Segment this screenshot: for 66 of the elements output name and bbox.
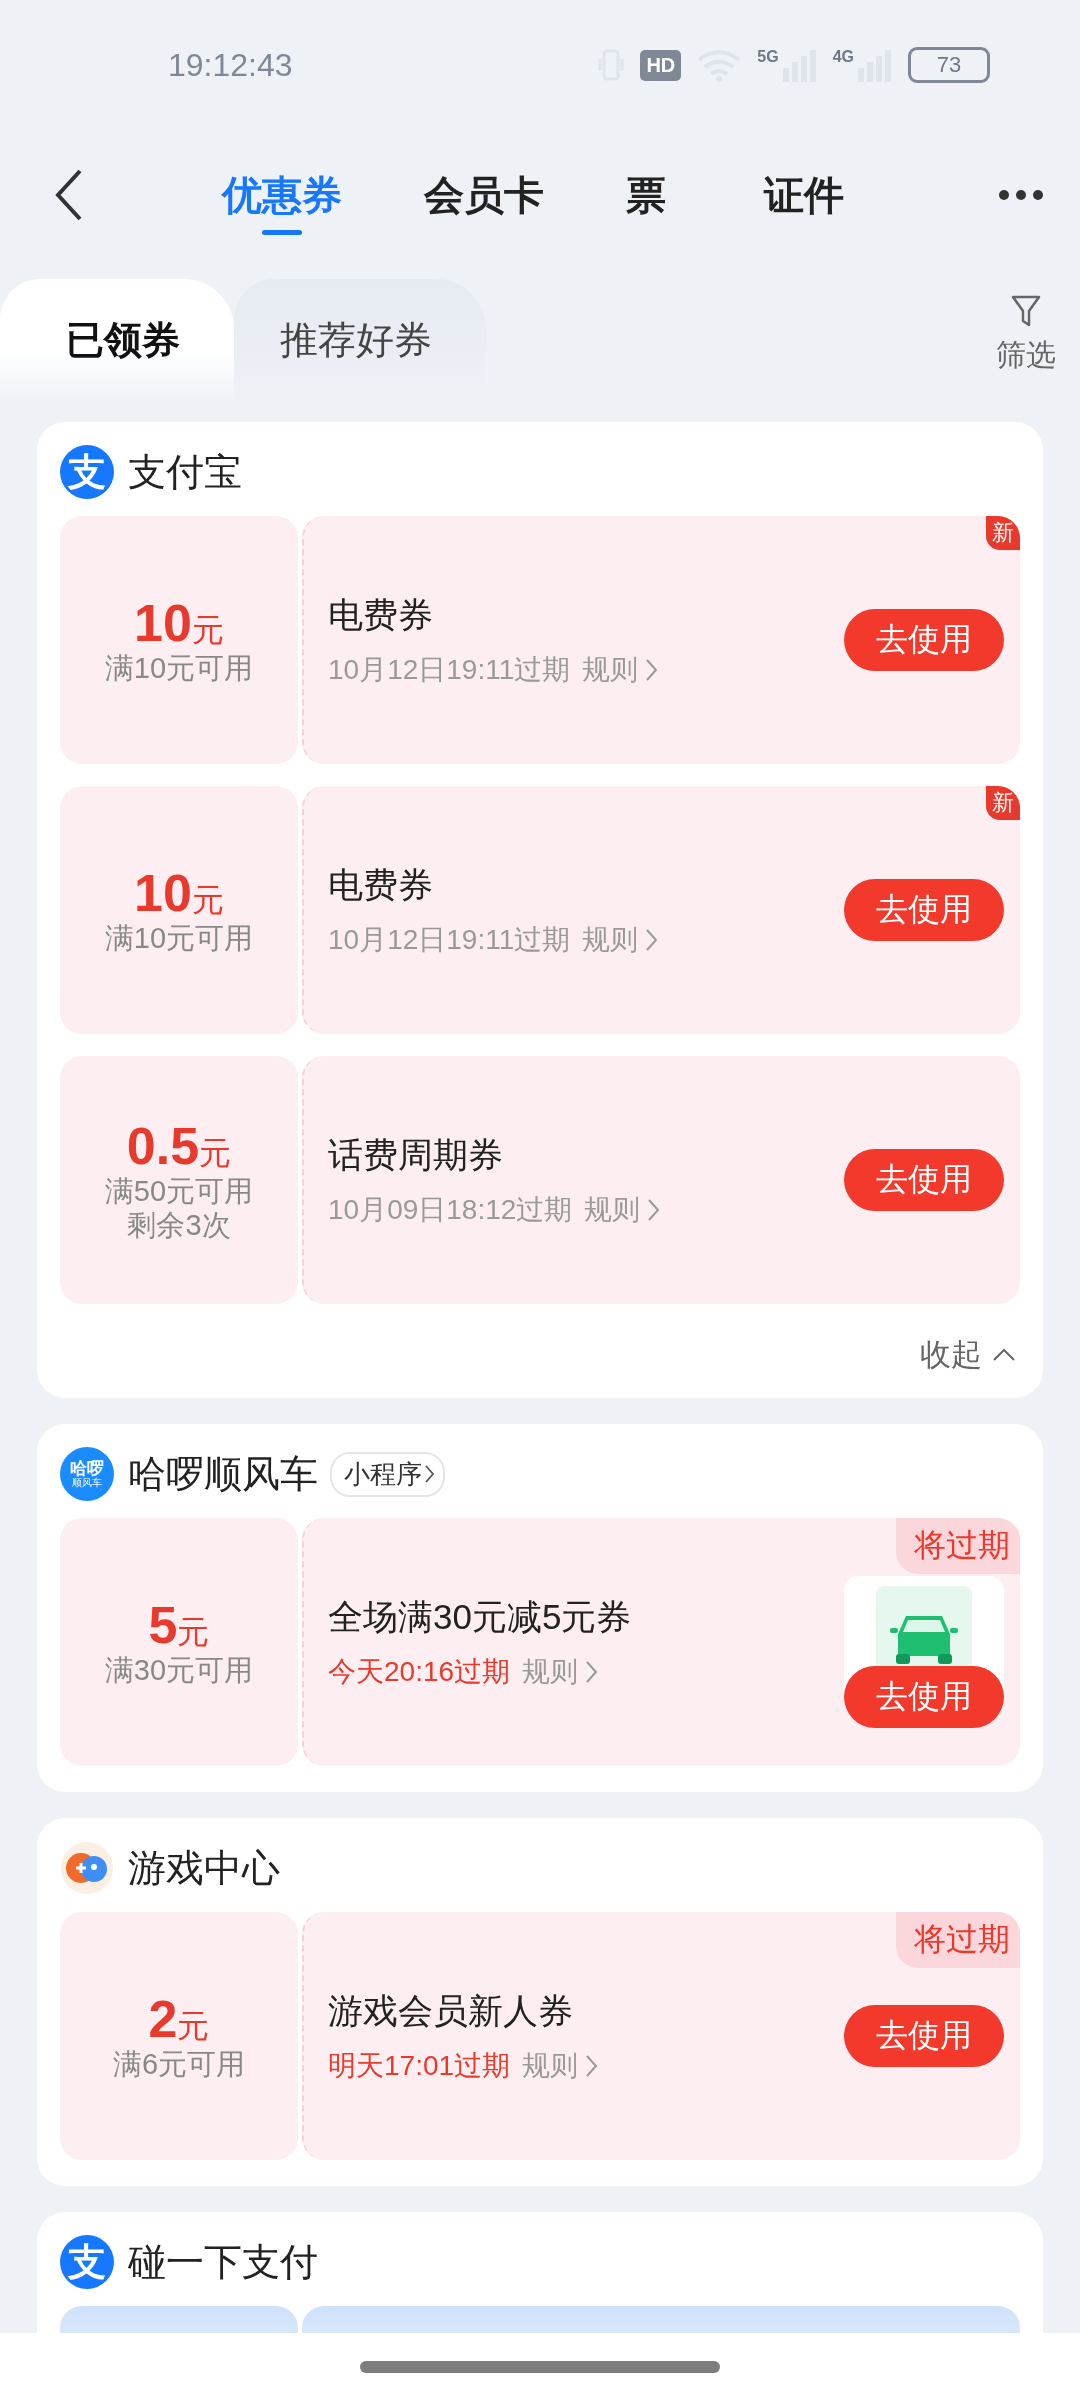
mini-program-tag[interactable]: 小程序 — [330, 1451, 445, 1497]
chevron-icon — [648, 1198, 661, 1221]
coupon-title: 电费券 — [328, 863, 434, 906]
expiring-badge: 将过期 — [896, 1912, 1020, 1968]
status-time: 19:12:43 — [168, 46, 293, 84]
nav-tab[interactable]: 优惠券 — [222, 153, 342, 237]
coupon-title: 电费券 — [328, 593, 434, 636]
group-title: 游戏中心 — [128, 1845, 280, 1891]
hd-indicator: HD — [640, 49, 682, 81]
rules-link[interactable]: 规则 — [582, 650, 659, 689]
network-label: 4G — [832, 48, 854, 66]
use-coupon-button[interactable]: 去使用 — [844, 1666, 1004, 1728]
group-title: 碰一下支付 — [128, 2239, 318, 2285]
coupon-amount: 5元 — [148, 1596, 210, 1654]
expiry-text: 今天20:16过期 — [328, 1654, 511, 1689]
rules-link[interactable]: 规则 — [582, 920, 659, 959]
nav-tab[interactable]: 证件 — [764, 153, 844, 237]
coupon-condition: 剩余3次 — [127, 1208, 231, 1242]
coupon-condition: 满30元可用 — [104, 1653, 254, 1688]
use-coupon-button[interactable]: 去使用 — [844, 1149, 1004, 1211]
rules-link[interactable]: 规则 — [584, 1190, 661, 1229]
coupon-condition: 满10元可用 — [104, 921, 254, 956]
battery-indicator: 73 — [908, 47, 990, 83]
coupon-condition: 满50元可用 — [104, 1175, 254, 1209]
new-badge: 新 — [986, 786, 1020, 820]
new-badge: 新 — [986, 516, 1020, 550]
coupon-title: 全场满30元减5元券 — [328, 1595, 633, 1638]
filter-button[interactable]: 筛选 — [996, 295, 1056, 400]
use-coupon-button[interactable]: 去使用 — [844, 879, 1004, 941]
chevron-icon — [586, 1660, 599, 1683]
use-coupon-button[interactable]: 去使用 — [844, 2005, 1004, 2067]
coupon-amount: 2元 — [148, 1990, 210, 2048]
use-coupon-button[interactable]: 去使用 — [844, 609, 1004, 671]
coupon-amount: 10元 — [134, 864, 224, 922]
group-title: 哈啰顺风车 — [128, 1451, 318, 1497]
gamepad-logo-icon — [60, 1841, 114, 1895]
expiry-text: 10月12日19:11过期 — [328, 652, 571, 687]
rules-link[interactable]: 规则 — [522, 2046, 599, 2085]
expiry-text: 明天17:01过期 — [328, 2048, 511, 2083]
coupon-title: 游戏会员新人券 — [328, 1989, 574, 2032]
chevron-icon — [586, 2054, 599, 2077]
alipay-logo: 支 — [60, 445, 114, 499]
more-icon[interactable] — [998, 189, 1044, 201]
coupon-amount: 0.5元 — [126, 1118, 232, 1176]
coupon-amount: 10元 — [134, 594, 224, 652]
collapse-button[interactable]: 收起 — [920, 1334, 1016, 1376]
back-icon[interactable] — [54, 168, 84, 222]
home-indicator[interactable] — [360, 2360, 720, 2373]
coupon-condition: 满10元可用 — [104, 651, 254, 686]
group-title: 支付宝 — [128, 449, 242, 495]
coupon-title: 话费周期券 — [328, 1133, 504, 1176]
alipay-logo: 支 — [60, 2235, 114, 2289]
chevron-icon — [646, 658, 659, 681]
expiring-badge: 将过期 — [896, 1518, 1020, 1574]
expiry-text: 10月12日19:11过期 — [328, 922, 571, 957]
nav-tab[interactable]: 会员卡 — [424, 153, 544, 237]
chevron-icon — [425, 1465, 435, 1483]
chevron-icon — [646, 928, 659, 951]
app-logo: 哈啰 顺风车 — [60, 1447, 114, 1501]
network-label: 5G — [757, 48, 779, 66]
filter-icon — [1011, 295, 1041, 329]
chevron-up-icon — [992, 1348, 1016, 1362]
nav-tab[interactable]: 票 — [626, 153, 666, 237]
rules-link[interactable]: 规则 — [522, 1652, 599, 1691]
expiry-text: 10月09日18:12过期 — [328, 1192, 573, 1227]
coupon-condition: 满6元可用 — [112, 2047, 246, 2082]
